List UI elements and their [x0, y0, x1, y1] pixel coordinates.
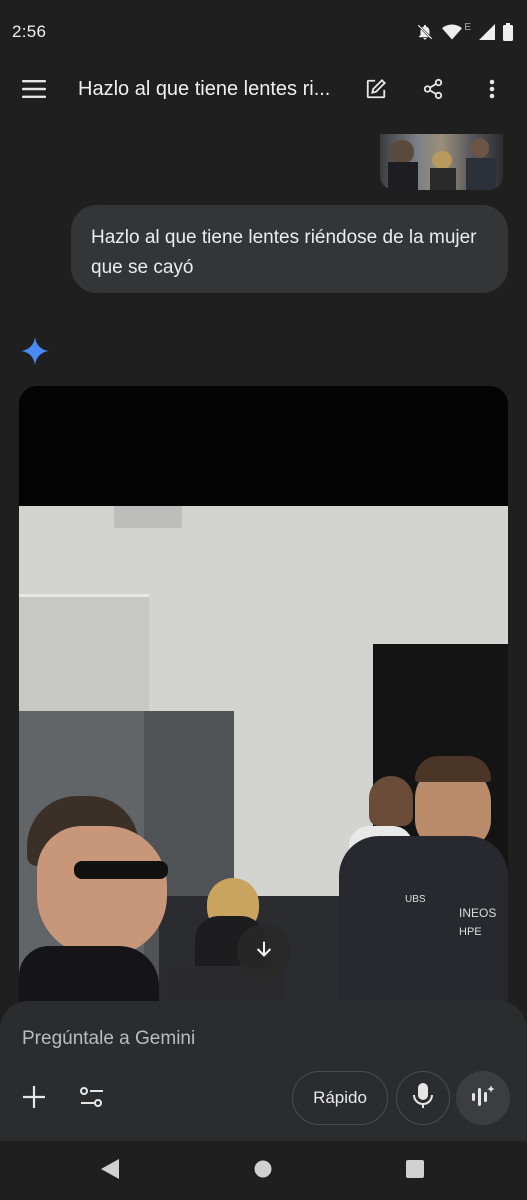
share-button[interactable]: [409, 67, 457, 115]
user-message-text: Hazlo al que tiene lentes riéndose de la…: [91, 227, 477, 278]
composer: Pregúntale a Gemini Rápido: [0, 1001, 527, 1141]
generated-video[interactable]: UBS INEOS HPE: [19, 386, 508, 1006]
recents-button[interactable]: [395, 1153, 435, 1189]
new-chat-button[interactable]: [352, 67, 400, 115]
gemini-sparkle-icon: [20, 336, 50, 371]
plus-icon: [22, 1085, 46, 1114]
add-button[interactable]: [12, 1077, 56, 1121]
app-bar: Hazlo al que tiene lentes ri...: [0, 64, 527, 118]
model-selector-button[interactable]: Rápido: [292, 1071, 388, 1125]
conversation-title: Hazlo al que tiene lentes ri...: [78, 78, 331, 100]
live-button[interactable]: [456, 1071, 510, 1125]
more-options-button[interactable]: [468, 67, 516, 115]
status-bar: 2:56 E: [0, 0, 527, 64]
more-vert-icon: [489, 79, 495, 104]
jersey-text-ubs: UBS: [405, 894, 426, 905]
network-type-label: E: [464, 21, 471, 33]
download-button[interactable]: [237, 924, 291, 978]
status-icons: E: [416, 22, 513, 42]
prompt-input[interactable]: Pregúntale a Gemini: [22, 1028, 195, 1050]
menu-button[interactable]: [10, 67, 58, 115]
wifi-icon: [442, 24, 463, 40]
back-button[interactable]: [90, 1153, 130, 1189]
live-icon: [470, 1084, 496, 1113]
tools-button[interactable]: [70, 1077, 114, 1121]
menu-icon: [22, 79, 46, 104]
notifications-off-icon: [416, 23, 434, 41]
recents-icon: [406, 1159, 424, 1183]
jersey-text-ineos: INEOS: [459, 906, 497, 920]
home-button[interactable]: [243, 1153, 283, 1189]
jersey-text-hpe: HPE: [459, 926, 482, 938]
back-icon: [101, 1158, 119, 1184]
attached-image-thumbnail[interactable]: [380, 134, 503, 190]
system-nav-bar: [0, 1141, 527, 1200]
user-message-bubble: Hazlo al que tiene lentes riéndose de la…: [71, 205, 508, 293]
battery-icon: [503, 23, 513, 41]
arrow-down-icon: [253, 938, 275, 965]
mic-button[interactable]: [396, 1071, 450, 1125]
home-icon: [254, 1160, 272, 1183]
status-time: 2:56: [12, 22, 47, 41]
edit-icon: [365, 78, 387, 105]
share-icon: [422, 78, 444, 105]
signal-icon: [479, 24, 495, 40]
tools-icon: [79, 1085, 105, 1114]
mic-icon: [413, 1082, 433, 1114]
